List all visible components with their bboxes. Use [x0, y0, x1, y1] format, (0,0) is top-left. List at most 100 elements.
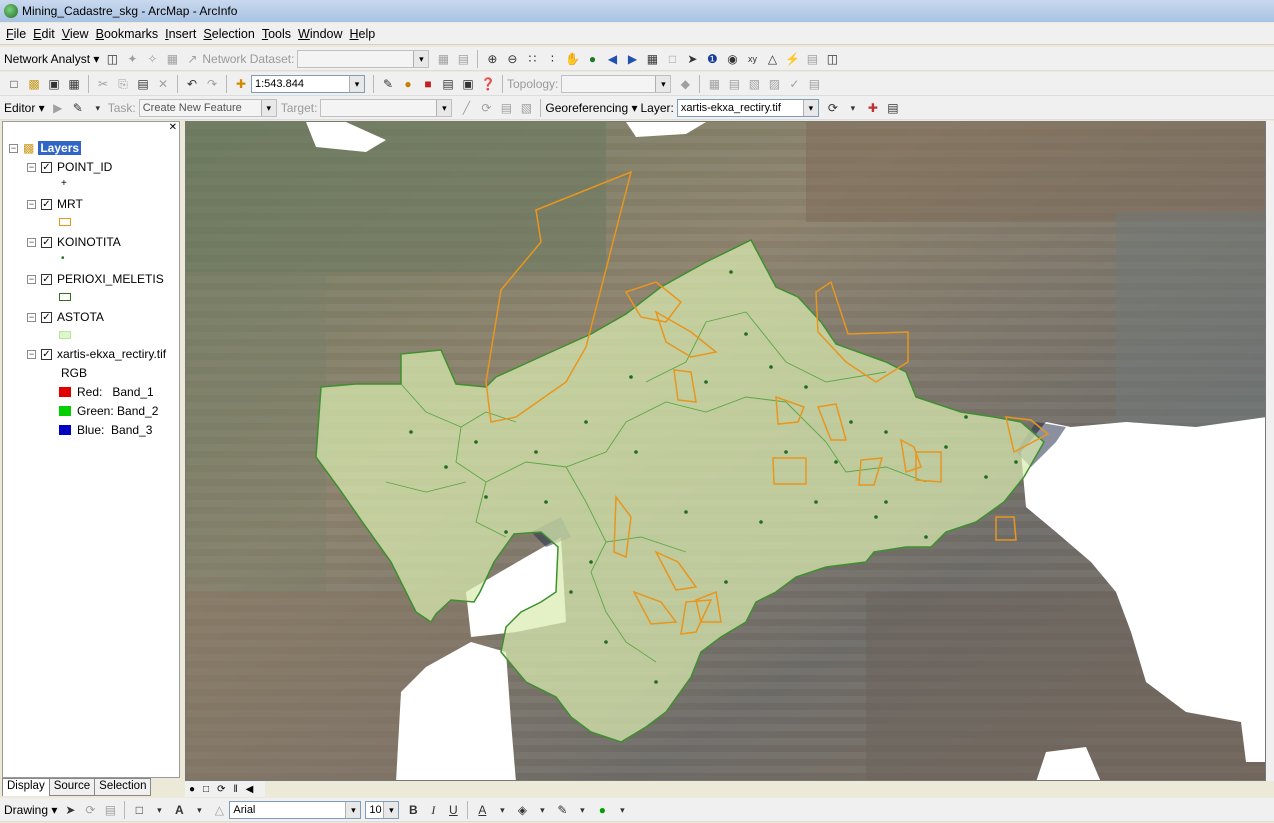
network-dataset-dropdown[interactable]: ▾ [297, 49, 430, 68]
map-display[interactable] [185, 121, 1266, 781]
collapse-icon[interactable]: − [27, 274, 36, 284]
solve-icon[interactable]: ▦ [435, 51, 451, 67]
koinotita-point[interactable] [1014, 460, 1018, 464]
print-icon[interactable]: ▦ [66, 76, 82, 92]
layers-root-row[interactable]: − ▩ Layers [9, 141, 82, 155]
create-viewer-window-icon[interactable]: ◫ [824, 51, 840, 67]
map-scale-dropdown[interactable]: 1:543.844 ▾ [251, 74, 365, 93]
drawing-menu[interactable]: Drawing ▾ [4, 803, 57, 817]
bold-button[interactable]: B [405, 802, 421, 818]
go-to-xy-icon[interactable]: xy [744, 51, 760, 67]
zoom-whole-page-icon[interactable]: ▤ [102, 802, 118, 818]
koinotita-point[interactable] [964, 415, 968, 419]
koinotita-point[interactable] [884, 500, 888, 504]
layer-visibility-checkbox[interactable]: ✓ [41, 236, 52, 248]
tab-source[interactable]: Source [48, 778, 96, 796]
select-network-element-icon[interactable]: ✧ [144, 51, 160, 67]
whats-this-help-icon[interactable]: ❓ [480, 76, 496, 92]
koinotita-point[interactable] [759, 520, 763, 524]
menu-tools[interactable]: Tools [262, 27, 291, 41]
menu-help[interactable]: Help [350, 27, 376, 41]
toc-layer-koinotita[interactable]: − ✓ KOINOTITA [27, 235, 121, 249]
map-vertical-scrollbar[interactable] [1266, 121, 1274, 781]
menu-bookmarks[interactable]: Bookmarks [96, 27, 159, 41]
attributes-icon[interactable]: ▤ [498, 100, 514, 116]
view-link-table-icon[interactable]: ▤ [885, 100, 901, 116]
font-color-button[interactable]: A [474, 802, 490, 818]
line-color-chevron-icon[interactable]: ▾ [574, 802, 590, 818]
pan-hand-icon[interactable]: ✋ [564, 51, 580, 67]
sketch-tool-icon[interactable]: ✎ [70, 100, 86, 116]
underline-button[interactable]: U [445, 802, 461, 818]
find-binoculars-icon[interactable]: ◉ [724, 51, 740, 67]
model-builder-icon[interactable]: ▣ [460, 76, 476, 92]
rotate-georef-icon[interactable]: ⟳ [825, 100, 841, 116]
koinotita-point[interactable] [484, 495, 488, 499]
koinotita-point[interactable] [704, 380, 708, 384]
koinotita-point[interactable] [984, 475, 988, 479]
edit-tool-arrow-icon[interactable]: ▶ [50, 100, 66, 116]
line-color-icon[interactable]: ✎ [554, 802, 570, 818]
scroll-left-icon[interactable]: ◀ [246, 784, 254, 795]
koinotita-point[interactable] [874, 515, 878, 519]
refresh-icon[interactable]: ⟳ [217, 784, 225, 795]
copy-icon[interactable]: ⎘ [115, 76, 131, 92]
target-dropdown[interactable]: ▾ [320, 98, 453, 117]
toc-layer-raster[interactable]: − ✓ xartis-ekxa_rectiry.tif [27, 347, 166, 361]
identify-icon[interactable]: ❶ [704, 51, 720, 67]
undo-icon[interactable]: ↶ [184, 76, 200, 92]
select-elements-icon[interactable]: ➤ [62, 802, 78, 818]
koinotita-point[interactable] [569, 590, 573, 594]
directions-icon[interactable]: ↗ [184, 51, 200, 67]
toc-layer-perioxi-meletis[interactable]: − ✓ PERIOXI_MELETIS [27, 272, 164, 286]
fill-color-icon[interactable]: ◈ [514, 802, 530, 818]
collapse-icon[interactable]: − [27, 162, 36, 172]
koinotita-point[interactable] [604, 640, 608, 644]
select-features-icon[interactable]: ▦ [644, 51, 660, 67]
topology-dropdown[interactable]: ▾ [561, 74, 672, 93]
koinotita-point[interactable] [684, 510, 688, 514]
editor-toolbar-icon[interactable]: ✎ [380, 76, 396, 92]
network-window-icon[interactable]: ◫ [104, 51, 120, 67]
layer-visibility-checkbox[interactable]: ✓ [41, 348, 52, 360]
marker-color-chevron-icon[interactable]: ▾ [614, 802, 630, 818]
koinotita-point[interactable] [804, 385, 808, 389]
koinotita-point[interactable] [474, 440, 478, 444]
koinotita-point[interactable] [834, 460, 838, 464]
add-data-icon[interactable]: ✚ [233, 76, 249, 92]
command-line-icon[interactable]: ▤ [440, 76, 456, 92]
collapse-icon[interactable]: − [27, 312, 36, 322]
save-icon[interactable]: ▣ [46, 76, 62, 92]
fill-color-chevron-icon[interactable]: ▾ [534, 802, 550, 818]
layer-visibility-checkbox[interactable]: ✓ [41, 311, 52, 323]
show-shared-features-icon[interactable]: ▤ [726, 76, 742, 92]
georef-layer-dropdown[interactable]: xartis-ekxa_rectiry.tif ▾ [676, 98, 819, 117]
editor-menu[interactable]: Editor ▾ [4, 101, 45, 115]
error-inspector-icon[interactable]: ▤ [806, 76, 822, 92]
paste-icon[interactable]: ▤ [135, 76, 151, 92]
validate-topology-icon[interactable]: ▧ [746, 76, 762, 92]
text-dropdown-chevron-icon[interactable]: ▾ [191, 802, 207, 818]
toc-layer-astota[interactable]: − ✓ ASTOTA [27, 310, 104, 324]
koinotita-point[interactable] [729, 270, 733, 274]
split-tool-icon[interactable]: ╱ [458, 100, 474, 116]
topology-edit-icon[interactable]: ◆ [677, 76, 693, 92]
koinotita-point[interactable] [944, 445, 948, 449]
edit-vertices-icon[interactable]: △ [211, 802, 227, 818]
arctoolbox-icon[interactable]: ■ [420, 76, 436, 92]
measure-icon[interactable]: △ [764, 51, 780, 67]
network-analyst-menu[interactable]: Network Analyst ▾ [4, 52, 99, 66]
back-extent-icon[interactable]: ◀ [604, 51, 620, 67]
mrt-symbol[interactable] [59, 218, 77, 226]
zoom-in-icon[interactable]: ⊕ [484, 51, 500, 67]
koinotita-symbol[interactable]: • [61, 253, 65, 264]
full-extent-globe-icon[interactable]: ● [584, 51, 600, 67]
font-color-chevron-icon[interactable]: ▾ [494, 802, 510, 818]
map-topology-icon[interactable]: ▦ [706, 76, 722, 92]
koinotita-point[interactable] [769, 365, 773, 369]
select-elements-arrow-icon[interactable]: ➤ [684, 51, 700, 67]
koinotita-point[interactable] [814, 500, 818, 504]
data-view-icon[interactable]: ● [189, 784, 195, 795]
menu-file[interactable]: File [6, 27, 26, 41]
italic-button[interactable]: I [425, 802, 441, 818]
